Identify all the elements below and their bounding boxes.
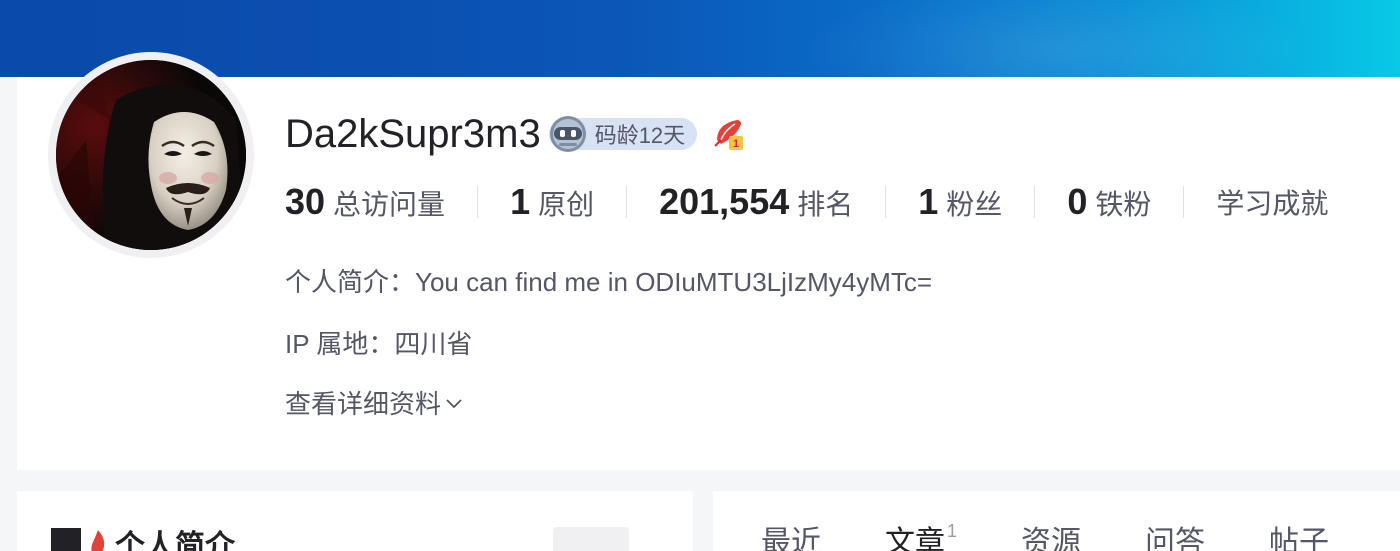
ip-location: IP 属地：四川省 — [285, 329, 473, 359]
stat-original[interactable]: 1 原创 — [510, 181, 594, 223]
sidebar-card-title: 个人简介 — [51, 521, 235, 551]
tab-label: 资源 — [1021, 526, 1082, 551]
avatar[interactable] — [48, 52, 254, 258]
divider — [1183, 186, 1185, 218]
stat-value: 1 — [510, 181, 531, 222]
stats-bar: 30 总访问量 1 原创 201,554 排名 1 粉丝 0 铁粉 学习成就 — [285, 181, 1328, 223]
view-details-link[interactable]: 查看详细资料 — [285, 384, 465, 421]
guy-fawkes-mask-icon — [56, 60, 246, 250]
tab-recent[interactable]: 最近 — [761, 517, 821, 551]
stat-total-visits[interactable]: 30 总访问量 — [285, 181, 445, 223]
stat-fans[interactable]: 1 粉丝 — [918, 181, 1002, 223]
stat-value: 30 — [285, 181, 326, 222]
coding-age-badge: 码龄12天 — [548, 116, 698, 152]
divider — [1034, 186, 1036, 218]
stat-label: 粉丝 — [946, 189, 1003, 220]
stat-value: 1 — [918, 181, 939, 222]
robot-icon — [549, 116, 586, 152]
stat-rank[interactable]: 201,554 排名 — [659, 181, 853, 223]
stat-value: 201,554 — [659, 181, 790, 222]
content-tabs: 最近 文章 1 资源 问答 帖子 — [761, 517, 1393, 551]
bar-icon — [51, 528, 81, 551]
content-card: 最近 文章 1 资源 问答 帖子 — [713, 491, 1400, 551]
avatar-image — [56, 60, 246, 250]
sidebar-card-title-text: 个人简介 — [115, 530, 235, 551]
tab-resources[interactable]: 资源 — [1021, 517, 1081, 551]
divider — [477, 186, 479, 218]
divider — [626, 186, 628, 218]
name-row: Da2kSupr3m3 码龄12天 1 — [285, 108, 747, 160]
svg-text:1: 1 — [733, 138, 739, 150]
tab-posts[interactable]: 帖子 — [1269, 517, 1329, 551]
stat-iron-fans[interactable]: 0 铁粉 — [1067, 181, 1151, 223]
stat-label: 排名 — [797, 189, 854, 220]
tab-qa[interactable]: 问答 — [1145, 517, 1205, 551]
learning-achievement-label: 学习成就 — [1216, 188, 1329, 219]
stat-label: 总访问量 — [333, 189, 446, 220]
chevron-down-icon — [446, 398, 462, 408]
stat-label: 原创 — [538, 189, 595, 220]
username[interactable]: Da2kSupr3m3 — [285, 108, 541, 160]
coding-age-text: 码龄12天 — [594, 123, 686, 148]
stat-value: 0 — [1067, 181, 1088, 222]
tab-label: 问答 — [1145, 526, 1206, 551]
tab-label: 文章 — [885, 526, 945, 551]
view-details-label: 查看详细资料 — [285, 389, 442, 419]
tab-label: 最近 — [761, 526, 821, 551]
sidebar-card: 个人简介 — [17, 491, 693, 551]
flame-icon — [91, 530, 105, 551]
bio: 个人简介：You can find me in ODIuMTU3LjIzMy4y… — [285, 267, 933, 297]
tab-count: 1 — [947, 521, 958, 541]
feather-medal-icon[interactable]: 1 — [711, 116, 747, 152]
sidebar-card-button[interactable] — [553, 527, 629, 551]
learning-achievement-link[interactable]: 学习成就 — [1216, 182, 1328, 222]
divider — [885, 186, 887, 218]
header-banner — [0, 0, 1400, 77]
tab-label: 帖子 — [1269, 526, 1330, 551]
tab-articles[interactable]: 文章 1 — [885, 517, 957, 551]
stat-label: 铁粉 — [1095, 189, 1152, 220]
